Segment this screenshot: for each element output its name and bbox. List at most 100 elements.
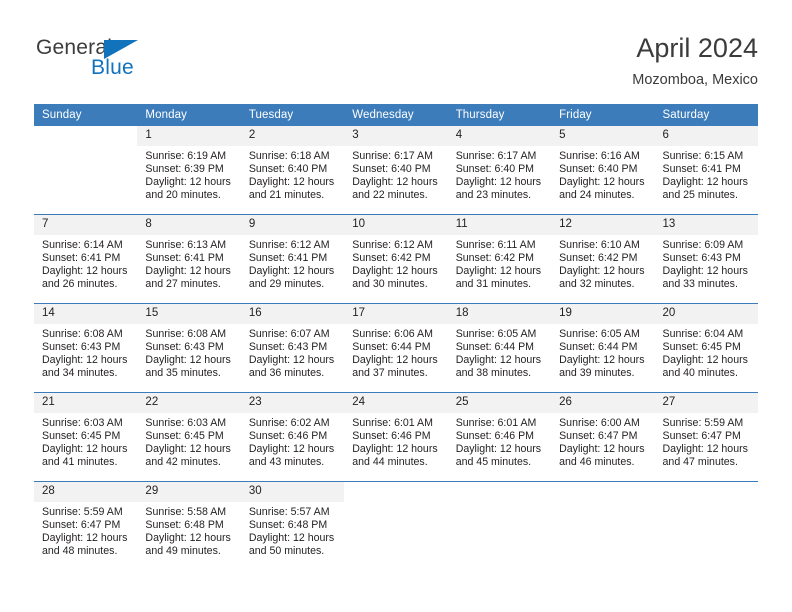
calendar-day-cell[interactable]: 3 Sunrise: 6:17 AM Sunset: 6:40 PM Daylight… [344,126,448,215]
daylight-text-line1: Daylight: 12 hours [455,265,542,278]
day-sun-info: Sunrise: 6:14 AM Sunset: 6:41 PM Daylight:… [34,235,137,291]
daylight-text-line2: and 21 minutes. [248,189,325,202]
day-sun-info: Sunrise: 6:13 AM Sunset: 6:41 PM Daylight:… [137,235,240,291]
calendar-day-cell[interactable]: 14 Sunrise: 6:08 AM Sunset: 6:43 PM Dayligh… [34,304,138,393]
daylight-text-line2: and 27 minutes. [145,278,221,291]
daylight-text-line2: and 33 minutes. [662,278,738,291]
sunrise-text: Sunrise: 5:58 AM [145,506,227,518]
calendar-day-cell-empty [34,126,138,215]
daylight-text-line2: and 31 minutes. [455,278,532,291]
day-sun-info: Sunrise: 6:01 AM Sunset: 6:46 PM Daylight:… [344,413,447,469]
sunset-text: Sunset: 6:40 PM [248,163,328,176]
calendar-day-cell[interactable]: 2 Sunrise: 6:18 AM Sunset: 6:40 PM Daylight… [240,126,345,215]
day-sun-info: Sunrise: 6:06 AM Sunset: 6:44 PM Daylight:… [344,324,447,380]
day-sun-info: Sunrise: 5:59 AM Sunset: 6:47 PM Daylight:… [655,413,758,469]
calendar-day-cell[interactable]: 1 Sunrise: 6:19 AM Sunset: 6:39 PM Daylight… [137,126,241,215]
calendar-day-cell[interactable]: 13 Sunrise: 6:09 AM Sunset: 6:43 PM Dayligh… [654,215,758,304]
sunset-text: Sunset: 6:46 PM [455,430,535,443]
calendar-day-cell[interactable]: 5 Sunrise: 6:16 AM Sunset: 6:40 PM Daylight… [551,126,655,215]
daylight-text-line2: and 20 minutes. [145,189,221,202]
day-number: 25 [447,393,552,413]
daylight-text-line2: and 49 minutes. [145,545,221,558]
day-sun-info: Sunrise: 5:57 AM Sunset: 6:48 PM Daylight:… [241,502,344,558]
day-sun-info: Sunrise: 6:12 AM Sunset: 6:41 PM Daylight:… [241,235,344,291]
day-number: 19 [551,304,655,324]
day-sun-info: Sunrise: 6:08 AM Sunset: 6:43 PM Daylight:… [34,324,137,380]
sunrise-text: Sunrise: 6:03 AM [145,417,227,429]
sunrise-text: Sunrise: 6:09 AM [662,239,744,251]
calendar-day-cell[interactable]: 17 Sunrise: 6:06 AM Sunset: 6:44 PM Dayligh… [344,304,448,393]
calendar-day-cell[interactable]: 26 Sunrise: 6:00 AM Sunset: 6:47 PM Dayligh… [551,393,655,482]
daylight-text-line1: Daylight: 12 hours [455,443,542,456]
calendar-day-cell[interactable]: 28 Sunrise: 5:59 AM Sunset: 6:47 PM Dayligh… [34,482,138,570]
day-number: 20 [654,304,758,324]
calendar-day-cell[interactable]: 11 Sunrise: 6:11 AM Sunset: 6:42 PM Dayligh… [447,215,552,304]
daylight-text-line1: Daylight: 12 hours [662,443,748,456]
daylight-text-line2: and 29 minutes. [248,278,325,291]
day-sun-info: Sunrise: 6:19 AM Sunset: 6:39 PM Daylight:… [137,146,240,202]
sunrise-text: Sunrise: 6:12 AM [248,239,330,251]
daylight-text-line1: Daylight: 12 hours [42,354,128,367]
calendar-day-cell[interactable]: 4 Sunrise: 6:17 AM Sunset: 6:40 PM Daylight… [447,126,552,215]
sunset-text: Sunset: 6:41 PM [248,252,328,265]
sunset-text: Sunset: 6:41 PM [42,252,121,265]
day-sun-info: Sunrise: 6:11 AM Sunset: 6:42 PM Daylight:… [448,235,551,291]
sunrise-text: Sunrise: 6:02 AM [248,417,330,429]
calendar-day-cell[interactable]: 22 Sunrise: 6:03 AM Sunset: 6:45 PM Dayligh… [137,393,241,482]
sunrise-text: Sunrise: 6:18 AM [248,150,330,162]
calendar-day-cell[interactable]: 30 Sunrise: 5:57 AM Sunset: 6:48 PM Dayligh… [240,482,345,570]
sunrise-text: Sunrise: 6:06 AM [352,328,433,340]
day-number: 26 [551,393,655,413]
calendar-day-cell[interactable]: 19 Sunrise: 6:05 AM Sunset: 6:44 PM Dayligh… [551,304,655,393]
daylight-text-line1: Daylight: 12 hours [145,265,231,278]
calendar-day-cell[interactable]: 29 Sunrise: 5:58 AM Sunset: 6:48 PM Dayligh… [137,482,241,570]
calendar-day-cell[interactable]: 16 Sunrise: 6:07 AM Sunset: 6:43 PM Dayligh… [240,304,345,393]
sunrise-text: Sunrise: 6:08 AM [42,328,123,340]
day-sun-info: Sunrise: 6:04 AM Sunset: 6:45 PM Daylight:… [655,324,758,380]
calendar-day-cell[interactable]: 21 Sunrise: 6:03 AM Sunset: 6:45 PM Dayligh… [34,393,138,482]
calendar-day-cell[interactable]: 7 Sunrise: 6:14 AM Sunset: 6:41 PM Daylight… [34,215,138,304]
day-sun-info: Sunrise: 6:16 AM Sunset: 6:40 PM Daylight:… [551,146,654,202]
sunset-text: Sunset: 6:47 PM [559,430,638,443]
daylight-text-line1: Daylight: 12 hours [145,443,231,456]
day-number: 23 [240,393,345,413]
sunset-text: Sunset: 6:45 PM [42,430,121,443]
daylight-text-line1: Daylight: 12 hours [248,443,335,456]
calendar-day-cell[interactable]: 23 Sunrise: 6:02 AM Sunset: 6:46 PM Dayligh… [240,393,345,482]
calendar-day-cell[interactable]: 18 Sunrise: 6:05 AM Sunset: 6:44 PM Dayligh… [447,304,552,393]
sunrise-text: Sunrise: 6:01 AM [352,417,433,429]
day-sun-info: Sunrise: 6:05 AM Sunset: 6:44 PM Daylight:… [448,324,551,380]
day-number: 28 [34,482,138,502]
daylight-text-line2: and 46 minutes. [559,456,635,469]
calendar-day-cell[interactable]: 10 Sunrise: 6:12 AM Sunset: 6:42 PM Dayligh… [344,215,448,304]
day-number: 17 [344,304,448,324]
calendar-day-cell[interactable]: 9 Sunrise: 6:12 AM Sunset: 6:41 PM Daylight… [240,215,345,304]
calendar-day-cell[interactable]: 12 Sunrise: 6:10 AM Sunset: 6:42 PM Dayligh… [551,215,655,304]
sunrise-text: Sunrise: 6:17 AM [455,150,537,162]
day-number: 1 [137,126,241,146]
day-number: 21 [34,393,138,413]
calendar-day-cell[interactable]: 6 Sunrise: 6:15 AM Sunset: 6:41 PM Daylight… [654,126,758,215]
sunrise-text: Sunrise: 6:04 AM [662,328,744,340]
weekday-header-friday: Friday [551,104,655,126]
daylight-text-line2: and 42 minutes. [145,456,221,469]
calendar-day-cell[interactable]: 8 Sunrise: 6:13 AM Sunset: 6:41 PM Daylight… [137,215,241,304]
page-title: April 2024 [636,33,758,63]
calendar-day-cell[interactable]: 24 Sunrise: 6:01 AM Sunset: 6:46 PM Dayligh… [344,393,448,482]
sunset-text: Sunset: 6:41 PM [662,163,741,176]
weekday-header-row: Sunday Monday Tuesday Wednesday Thursday… [34,104,758,126]
daylight-text-line1: Daylight: 12 hours [248,354,335,367]
daylight-text-line1: Daylight: 12 hours [248,176,335,189]
calendar-day-cell[interactable]: 25 Sunrise: 6:01 AM Sunset: 6:46 PM Dayligh… [447,393,552,482]
daylight-text-line1: Daylight: 12 hours [352,176,438,189]
calendar-day-cell[interactable]: 20 Sunrise: 6:04 AM Sunset: 6:45 PM Dayligh… [654,304,758,393]
sunrise-text: Sunrise: 6:11 AM [455,239,536,251]
calendar-day-cell[interactable]: 27 Sunrise: 5:59 AM Sunset: 6:47 PM Dayligh… [654,393,758,482]
general-blue-logo[interactable]: General Blue [36,36,156,84]
calendar-day-cell-empty [344,482,448,570]
daylight-text-line2: and 37 minutes. [352,367,428,380]
calendar-week-row: 1 Sunrise: 6:19 AM Sunset: 6:39 PM Daylight… [34,126,758,215]
day-number: 11 [447,215,552,235]
calendar-day-cell[interactable]: 15 Sunrise: 6:08 AM Sunset: 6:43 PM Dayligh… [137,304,241,393]
sunset-text: Sunset: 6:44 PM [352,341,431,354]
